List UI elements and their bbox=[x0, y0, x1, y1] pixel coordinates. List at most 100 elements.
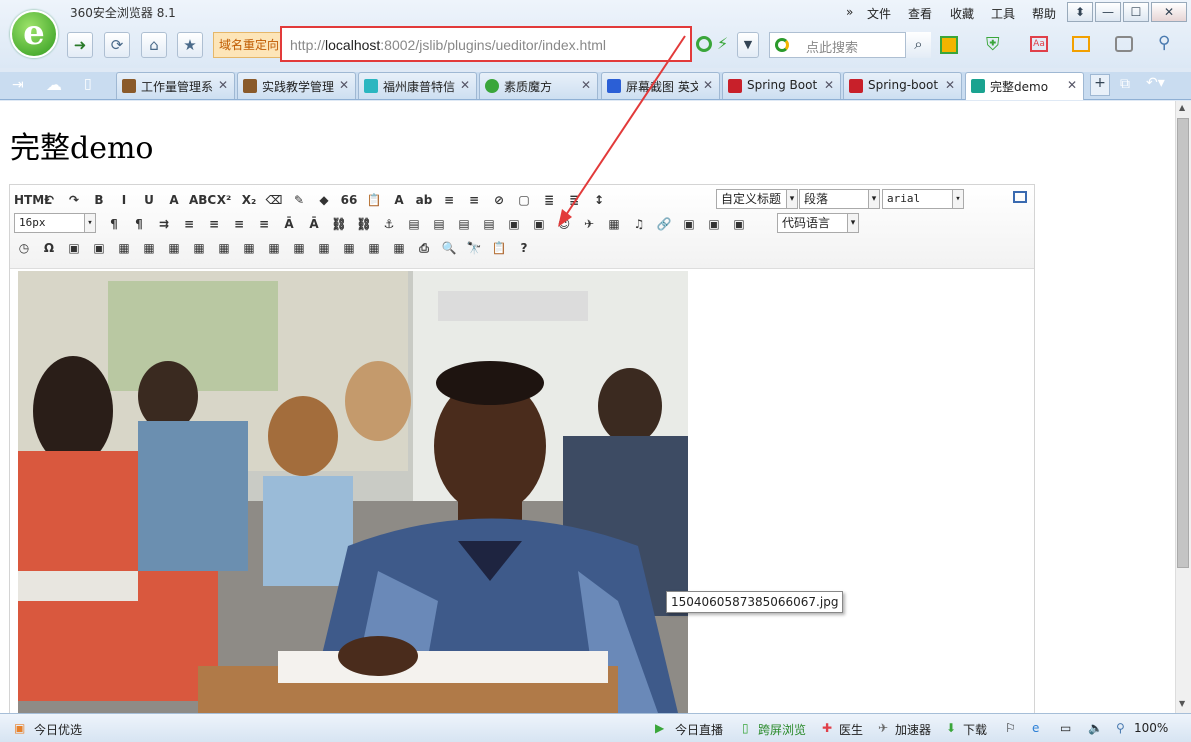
select-all-button[interactable]: ⊘ bbox=[489, 190, 509, 210]
strikethrough-button[interactable]: ABC bbox=[189, 190, 216, 210]
screenshot-icon[interactable] bbox=[1072, 36, 1090, 52]
fullscreen-icon[interactable] bbox=[1013, 191, 1027, 203]
maximize-button[interactable]: ☐ bbox=[1123, 2, 1149, 22]
cross-screen-browse[interactable]: 跨屏浏览 bbox=[758, 721, 806, 738]
apps-icon[interactable] bbox=[940, 36, 958, 54]
menu-help[interactable]: 帮助 bbox=[1032, 5, 1056, 22]
toolbar-button-6[interactable]: ▦ bbox=[164, 238, 184, 258]
heading-select[interactable]: 自定义标题 bbox=[716, 189, 798, 209]
toolbar-button-18[interactable]: 🔭 bbox=[464, 238, 484, 258]
phone-icon[interactable]: ▯ bbox=[84, 76, 92, 92]
toolbar-button-12[interactable]: ▤ bbox=[404, 214, 424, 234]
italic-button[interactable]: I bbox=[114, 190, 134, 210]
toolbar-button-1[interactable]: Ω bbox=[39, 238, 59, 258]
tab-fuzhou[interactable]: 福州康普特信息✕ bbox=[358, 72, 477, 99]
minimize-button[interactable]: — bbox=[1095, 2, 1121, 22]
redo-button[interactable]: ↷ bbox=[64, 190, 84, 210]
menu-favorites[interactable]: 收藏 bbox=[950, 5, 974, 22]
restore-tab-icon[interactable]: ⧉ bbox=[1120, 76, 1130, 92]
accelerator[interactable]: 加速器 bbox=[895, 721, 931, 738]
tab-close-icon[interactable]: ✕ bbox=[945, 78, 955, 92]
toolbar-button-13[interactable]: ▤ bbox=[429, 214, 449, 234]
menu-file[interactable]: 文件 bbox=[867, 5, 891, 22]
close-window-button[interactable]: ✕ bbox=[1151, 2, 1187, 22]
search-box[interactable]: 点此搜索 ⌕ bbox=[769, 32, 931, 58]
font-border-button[interactable]: A bbox=[164, 190, 184, 210]
url-dropdown-button[interactable]: ▼ bbox=[737, 32, 759, 58]
toolbar-button-16[interactable]: ▣ bbox=[504, 214, 524, 234]
toolbar-button-20[interactable]: ? bbox=[514, 238, 534, 258]
clear-doc-button[interactable]: ▢ bbox=[514, 190, 534, 210]
toolbar-button-7[interactable]: ▦ bbox=[189, 238, 209, 258]
toolbar-button-5[interactable]: ▦ bbox=[139, 238, 159, 258]
shield-icon[interactable]: ⛨ bbox=[986, 34, 1000, 55]
today-live[interactable]: 今日直播 bbox=[675, 721, 723, 738]
skin-button[interactable]: ⬍ bbox=[1067, 2, 1093, 22]
speed-mode-icon[interactable]: ⚡ bbox=[717, 34, 728, 53]
tab-close-icon[interactable]: ✕ bbox=[218, 78, 228, 92]
subscript-button[interactable]: X₂ bbox=[239, 190, 259, 210]
back-button[interactable]: ➜ bbox=[67, 32, 93, 58]
tab-practice[interactable]: 实践教学管理系✕ bbox=[237, 72, 356, 99]
paragraph-select[interactable]: 段落 bbox=[799, 189, 880, 209]
toolbar-button-14[interactable]: ▦ bbox=[364, 238, 384, 258]
toolbar-button-6[interactable]: ≡ bbox=[254, 214, 274, 234]
toolbar-button-2[interactable]: ⇉ bbox=[154, 214, 174, 234]
tab-spring-boot-1[interactable]: Spring Boot ✕ bbox=[722, 72, 841, 99]
inserted-photo[interactable] bbox=[18, 271, 688, 713]
toolbar-button-17[interactable]: 🔍 bbox=[439, 238, 459, 258]
menu-tools[interactable]: 工具 bbox=[991, 5, 1015, 22]
toolbar-button-15[interactable]: ▤ bbox=[479, 214, 499, 234]
blockquote-button[interactable]: 66 bbox=[339, 190, 359, 210]
remove-format-button[interactable]: ⌫ bbox=[264, 190, 284, 210]
menu-view[interactable]: 查看 bbox=[908, 5, 932, 22]
source-html-button[interactable]: HTML bbox=[14, 190, 52, 210]
cloud-icon[interactable]: ☁ bbox=[46, 75, 62, 94]
tab-workload[interactable]: 工作量管理系统✕ bbox=[116, 72, 235, 99]
zoom-level[interactable]: 100% bbox=[1134, 721, 1168, 735]
toolbar-button-9[interactable]: ▦ bbox=[239, 238, 259, 258]
toolbar-button-7[interactable]: Ā bbox=[279, 214, 299, 234]
toolbar-button-0[interactable]: ¶ bbox=[104, 214, 124, 234]
toolbar-button-15[interactable]: ▦ bbox=[389, 238, 409, 258]
toolbar-button-2[interactable]: ▣ bbox=[64, 238, 84, 258]
toolbar-button-11[interactable]: ⚓ bbox=[379, 214, 399, 234]
font-family-select[interactable]: arial bbox=[882, 189, 964, 209]
scrollbar-thumb[interactable] bbox=[1177, 118, 1189, 568]
backcolor-button[interactable]: ab bbox=[414, 190, 434, 210]
toolbar-button-3[interactable]: ▣ bbox=[89, 238, 109, 258]
toolbar-button-1[interactable]: ¶ bbox=[129, 214, 149, 234]
toolbar-button-16[interactable]: ⎙ bbox=[414, 238, 434, 258]
search-engine-icon[interactable] bbox=[775, 38, 789, 52]
scroll-up-icon[interactable]: ▲ bbox=[1179, 103, 1185, 112]
toolbar-button-10[interactable]: ▦ bbox=[264, 238, 284, 258]
unordered-list-button[interactable]: ≡ bbox=[464, 190, 484, 210]
toolbar-button-12[interactable]: ▦ bbox=[314, 238, 334, 258]
toolbar-button-5[interactable]: ≡ bbox=[229, 214, 249, 234]
tab-close-icon[interactable]: ✕ bbox=[460, 78, 470, 92]
font-size-select[interactable]: 16px bbox=[14, 213, 96, 233]
underline-button[interactable]: U bbox=[139, 190, 159, 210]
menu-chevron-icon[interactable]: » bbox=[846, 5, 853, 19]
doctor[interactable]: 医生 bbox=[839, 721, 863, 738]
toolbar-button-10[interactable]: ⛓ bbox=[354, 214, 374, 234]
toolbar-button-9[interactable]: ⛓ bbox=[329, 214, 349, 234]
new-tab-button[interactable]: + bbox=[1090, 74, 1110, 96]
paste-plain-button[interactable]: 📋 bbox=[364, 190, 384, 210]
redirect-badge[interactable]: 域名重定向 bbox=[213, 32, 281, 58]
format-match-button[interactable]: ✎ bbox=[289, 190, 309, 210]
tab-close-icon[interactable]: ✕ bbox=[1067, 78, 1077, 92]
toolbar-button-3[interactable]: ≡ bbox=[179, 214, 199, 234]
search-button[interactable]: ⌕ bbox=[905, 32, 931, 58]
toolbar-button-4[interactable]: ≡ bbox=[204, 214, 224, 234]
toolbar-button-4[interactable]: ▦ bbox=[114, 238, 134, 258]
favorite-button[interactable]: ★ bbox=[177, 32, 203, 58]
undo-button[interactable]: ↶ bbox=[39, 190, 59, 210]
sidebar-toggle-icon[interactable]: ⇥ bbox=[12, 77, 24, 93]
superscript-button[interactable]: X² bbox=[214, 190, 234, 210]
zoom-search-icon[interactable]: ⚲ bbox=[1158, 33, 1170, 53]
bold-button[interactable]: B bbox=[89, 190, 109, 210]
downloads[interactable]: 下载 bbox=[963, 721, 987, 738]
auto-typeset-button[interactable]: ◆ bbox=[314, 190, 334, 210]
home-button[interactable]: ⌂ bbox=[141, 32, 167, 58]
